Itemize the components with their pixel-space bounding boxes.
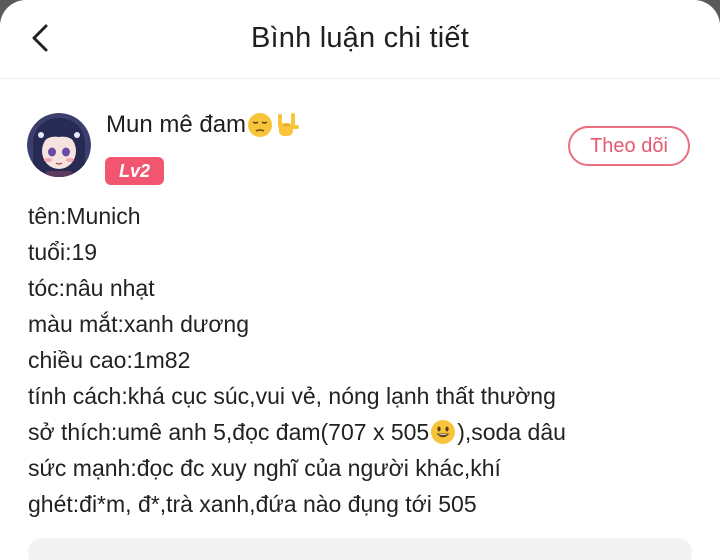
comment-line: ghét:đi*m, đ*,trà xanh,đứa nào đụng tới … — [28, 491, 477, 517]
grinning-face-emoji-icon — [431, 420, 456, 444]
page-title: Bình luận chi tiết — [250, 22, 469, 54]
comment-line: tóc:nâu nhạt — [28, 275, 155, 301]
comment-line: tính cách:khá cục súc,vui vẻ, nóng lạnh … — [28, 383, 556, 409]
comment-line: tên:Munich — [28, 203, 141, 229]
comment-detail-sheet: Bình luận chi tiết Mun mê đam Lv2 Theo d… — [0, 0, 720, 560]
username-text: Mun mê đam — [106, 111, 247, 138]
follow-button[interactable]: Theo dõi — [568, 126, 690, 166]
comment-line: màu mắt:xanh dương — [28, 311, 249, 337]
comment-line: sở thích:umê anh 5,đọc đam(707 x 505 ),s… — [28, 414, 700, 450]
comment-line: chiều cao:1m82 — [28, 347, 191, 373]
love-you-gesture-icon — [278, 113, 300, 136]
username[interactable]: Mun mê đam — [106, 111, 300, 139]
comment-body: tên:Munich tuổi:19 tóc:nâu nhạt màu mắt:… — [28, 198, 700, 522]
reply-input-area[interactable] — [28, 538, 692, 560]
comment-line-part: ),soda dâu — [457, 419, 566, 445]
header-bar: Bình luận chi tiết — [0, 0, 720, 79]
comment-line: tuổi:19 — [28, 239, 98, 265]
avatar-image — [27, 113, 91, 177]
avatar[interactable] — [27, 113, 91, 177]
comment-line: sức mạnh:đọc đc xuy nghĩ của người khác,… — [28, 455, 501, 481]
pensive-face-emoji-icon — [248, 113, 273, 137]
comment-line-part: sở thích:umê anh 5,đọc đam(707 x 505 — [28, 419, 430, 445]
level-badge: Lv2 — [105, 157, 164, 185]
